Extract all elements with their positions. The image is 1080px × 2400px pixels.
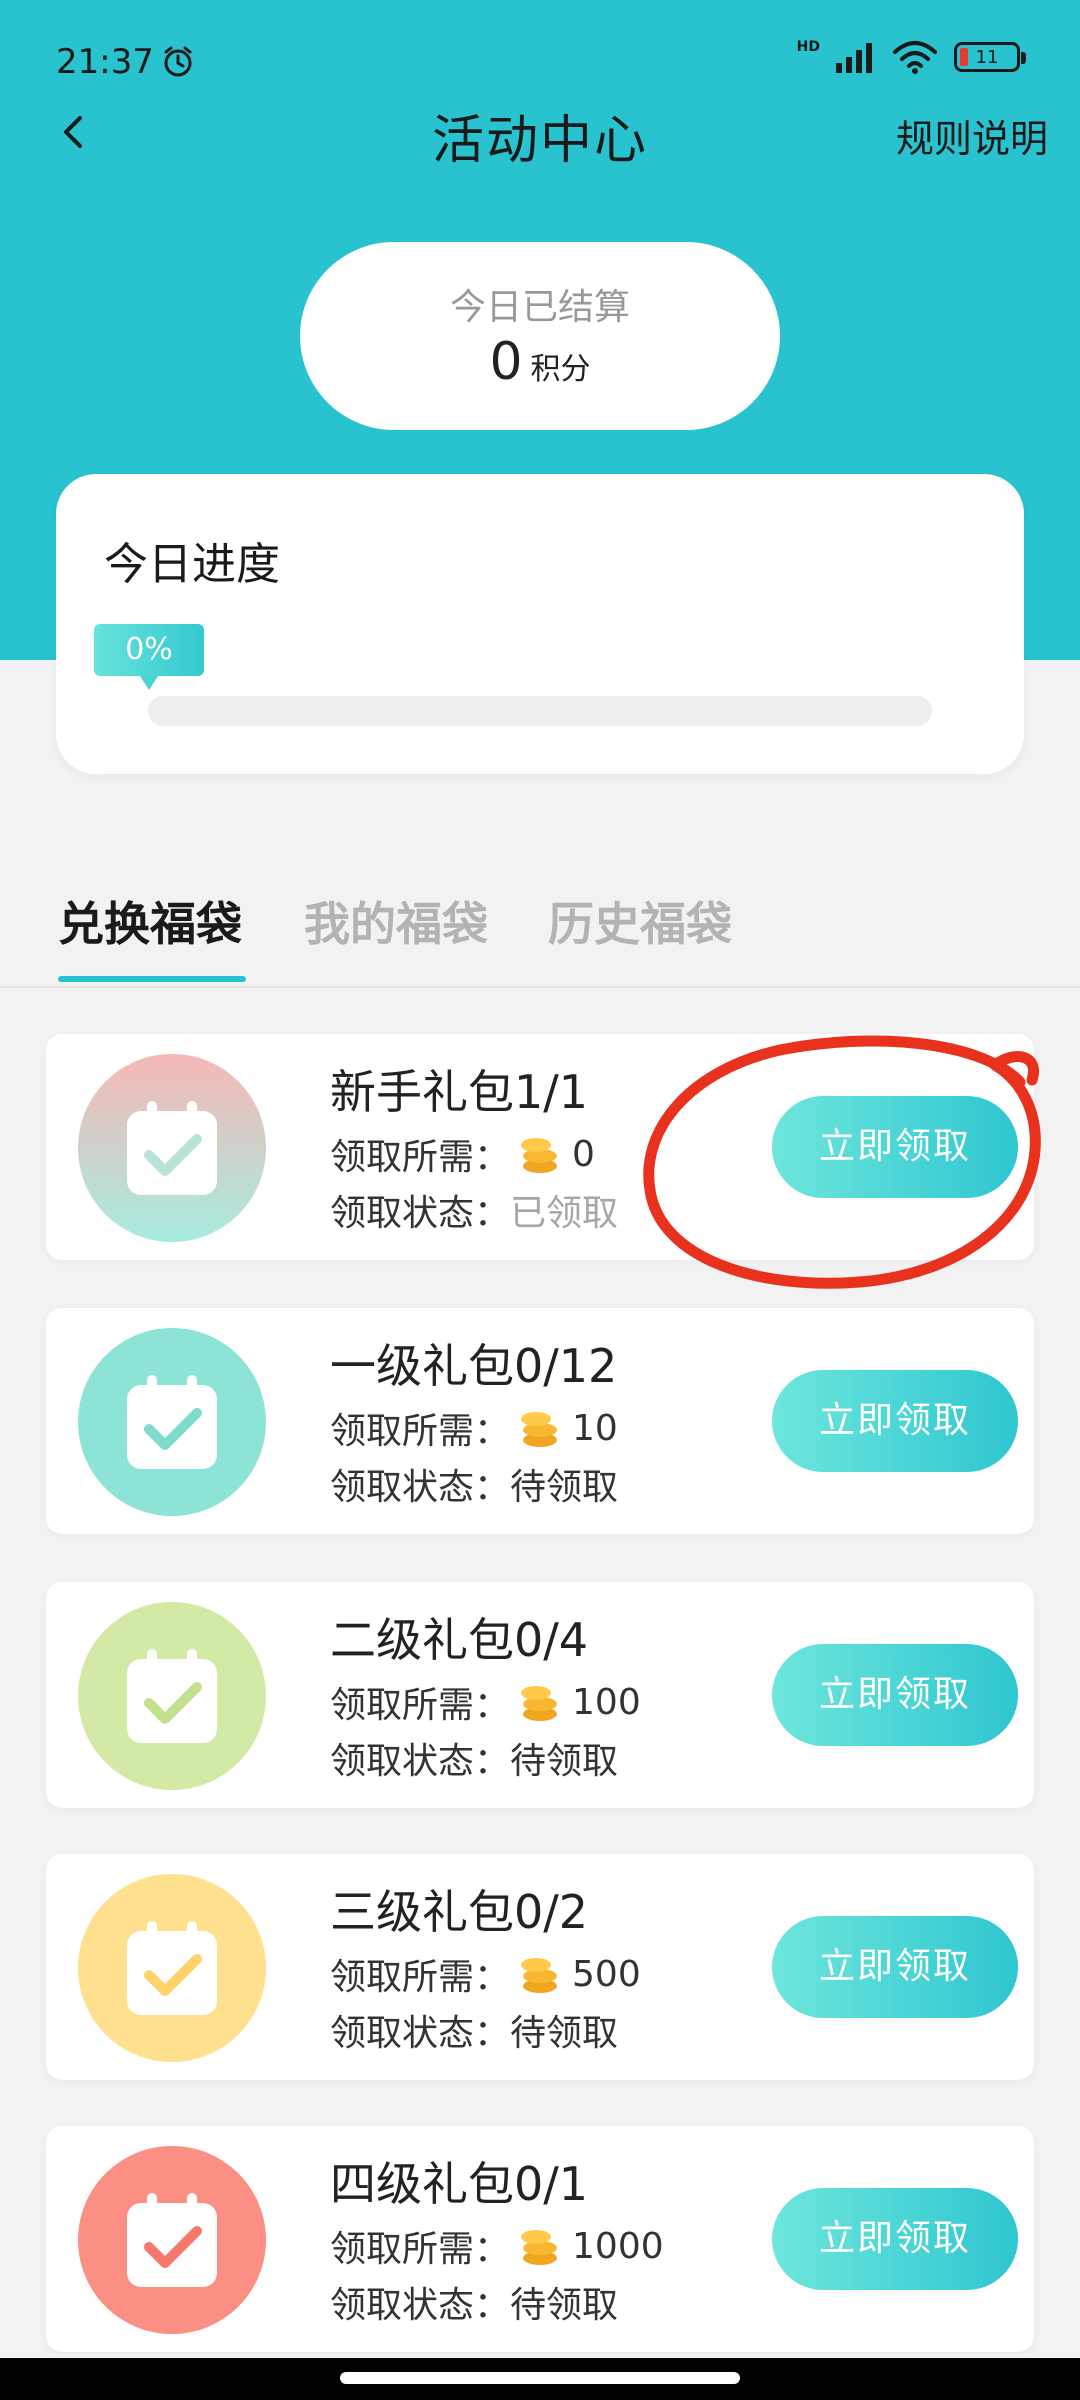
gift-cost-row: 领取所需： 1000 (330, 2220, 664, 2272)
gift-cost-row: 领取所需： 0 (330, 1128, 595, 1180)
gift-cost-row: 领取所需： 10 (330, 1402, 618, 1454)
claim-button[interactable]: 立即领取 (772, 1916, 1018, 2018)
gift-status-row: 领取状态： 待领取 (330, 1732, 618, 1784)
gift-name: 四级礼包0/1 (330, 2157, 589, 2211)
tab-history[interactable]: 历史福袋 (548, 888, 732, 954)
gift-status-row: 领取状态： 待领取 (330, 1458, 618, 1510)
claim-button[interactable]: 立即领取 (772, 2188, 1018, 2290)
network-label: HD (796, 39, 820, 55)
status-time: 21:37 (56, 42, 154, 82)
battery-icon: 11 (954, 42, 1026, 72)
settled-points-card: 今日已结算 0 积分 (300, 242, 780, 430)
status-value: 待领取 (510, 2013, 619, 2054)
gift-name: 三级礼包0/2 (330, 1885, 589, 1939)
cost-value: 500 (572, 1953, 641, 1995)
gift-avatar (78, 2146, 266, 2334)
status-value: 待领取 (510, 1467, 619, 1508)
claim-button[interactable]: 立即领取 (772, 1370, 1018, 1472)
tab-exchange[interactable]: 兑换福袋 (58, 888, 242, 954)
status-value: 已领取 (510, 1193, 619, 1234)
coin-stack-icon (521, 1138, 558, 1173)
alarm-icon (164, 46, 192, 77)
calendar-check-icon (127, 1101, 217, 1195)
cost-value: 1000 (572, 2225, 664, 2267)
cost-label: 领取所需： (330, 1957, 511, 1998)
settled-value-row: 0 积分 (300, 332, 780, 392)
status-time-group: 21:37 (56, 42, 196, 82)
cost-label: 领取所需： (330, 1685, 511, 1726)
gift-card-level-3: 三级礼包0/2 领取所需： 500 领取状态： 待领取 立即领取 (46, 1854, 1034, 2080)
gift-cost-row: 领取所需： 100 (330, 1676, 641, 1728)
battery-level: 11 (975, 46, 999, 68)
progress-bar (148, 696, 932, 726)
coin-stack-icon (521, 1958, 558, 1993)
progress-percent-badge: 0% (94, 624, 204, 690)
gift-card-level-1: 一级礼包0/12 领取所需： 10 领取状态： 待领取 立即领取 (46, 1308, 1034, 1534)
cost-label: 领取所需： (330, 2229, 511, 2270)
gift-avatar (78, 1328, 266, 1516)
tab-bar: 兑换福袋 我的福袋 历史福袋 (0, 880, 1080, 988)
cost-value: 10 (572, 1407, 618, 1449)
gift-name: 一级礼包0/12 (330, 1339, 618, 1393)
status-value: 待领取 (510, 1741, 619, 1782)
gift-status-row: 领取状态： 待领取 (330, 2276, 618, 2328)
gift-avatar (78, 1602, 266, 1790)
gift-card-level-2: 二级礼包0/4 领取所需： 100 领取状态： 待领取 立即领取 (46, 1582, 1034, 1808)
cost-value: 0 (572, 1133, 595, 1175)
cost-label: 领取所需： (330, 1411, 511, 1452)
rules-button[interactable]: 规则说明 (896, 108, 1048, 163)
status-label: 领取状态： (330, 1741, 511, 1782)
gift-card-level-4: 四级礼包0/1 领取所需： 1000 领取状态： 待领取 立即领取 (46, 2126, 1034, 2352)
coin-stack-icon (521, 1412, 558, 1447)
status-value: 待领取 (510, 2285, 619, 2326)
gift-avatar (78, 1874, 266, 2062)
gift-cost-row: 领取所需： 500 (330, 1948, 641, 2000)
gift-avatar (78, 1054, 266, 1242)
settled-unit: 积分 (530, 352, 591, 387)
calendar-check-icon (127, 1375, 217, 1469)
claim-button[interactable]: 立即领取 (772, 1096, 1018, 1198)
home-indicator[interactable] (340, 2372, 740, 2384)
tab-my-bags[interactable]: 我的福袋 (304, 888, 488, 954)
settled-label: 今日已结算 (449, 287, 630, 328)
status-label: 领取状态： (330, 1193, 511, 1234)
cost-value: 100 (572, 1681, 641, 1723)
progress-card: 今日进度 0% (56, 474, 1024, 774)
gift-name: 新手礼包1/1 (330, 1065, 589, 1119)
progress-title: 今日进度 (104, 539, 280, 590)
status-label: 领取状态： (330, 1467, 511, 1508)
gift-status-row: 领取状态： 待领取 (330, 2004, 618, 2056)
coin-stack-icon (521, 1686, 558, 1721)
claim-button[interactable]: 立即领取 (772, 1644, 1018, 1746)
signal-icon (836, 43, 872, 73)
tab-active-indicator (58, 976, 246, 982)
cost-label: 领取所需： (330, 1137, 511, 1178)
status-label: 领取状态： (330, 2285, 511, 2326)
settled-value: 0 (489, 332, 523, 392)
calendar-check-icon (127, 2193, 217, 2287)
wifi-icon (893, 41, 937, 74)
gift-name: 二级礼包0/4 (330, 1613, 589, 1667)
status-icons: HD 11 (796, 39, 1026, 74)
gift-card-newbie: 新手礼包1/1 领取所需： 0 领取状态： 已领取 立即领取 (46, 1034, 1034, 1260)
calendar-check-icon (127, 1921, 217, 2015)
calendar-check-icon (127, 1649, 217, 1743)
gift-status-row: 领取状态： 已领取 (330, 1184, 618, 1236)
coin-stack-icon (521, 2230, 558, 2265)
status-label: 领取状态： (330, 2013, 511, 2054)
